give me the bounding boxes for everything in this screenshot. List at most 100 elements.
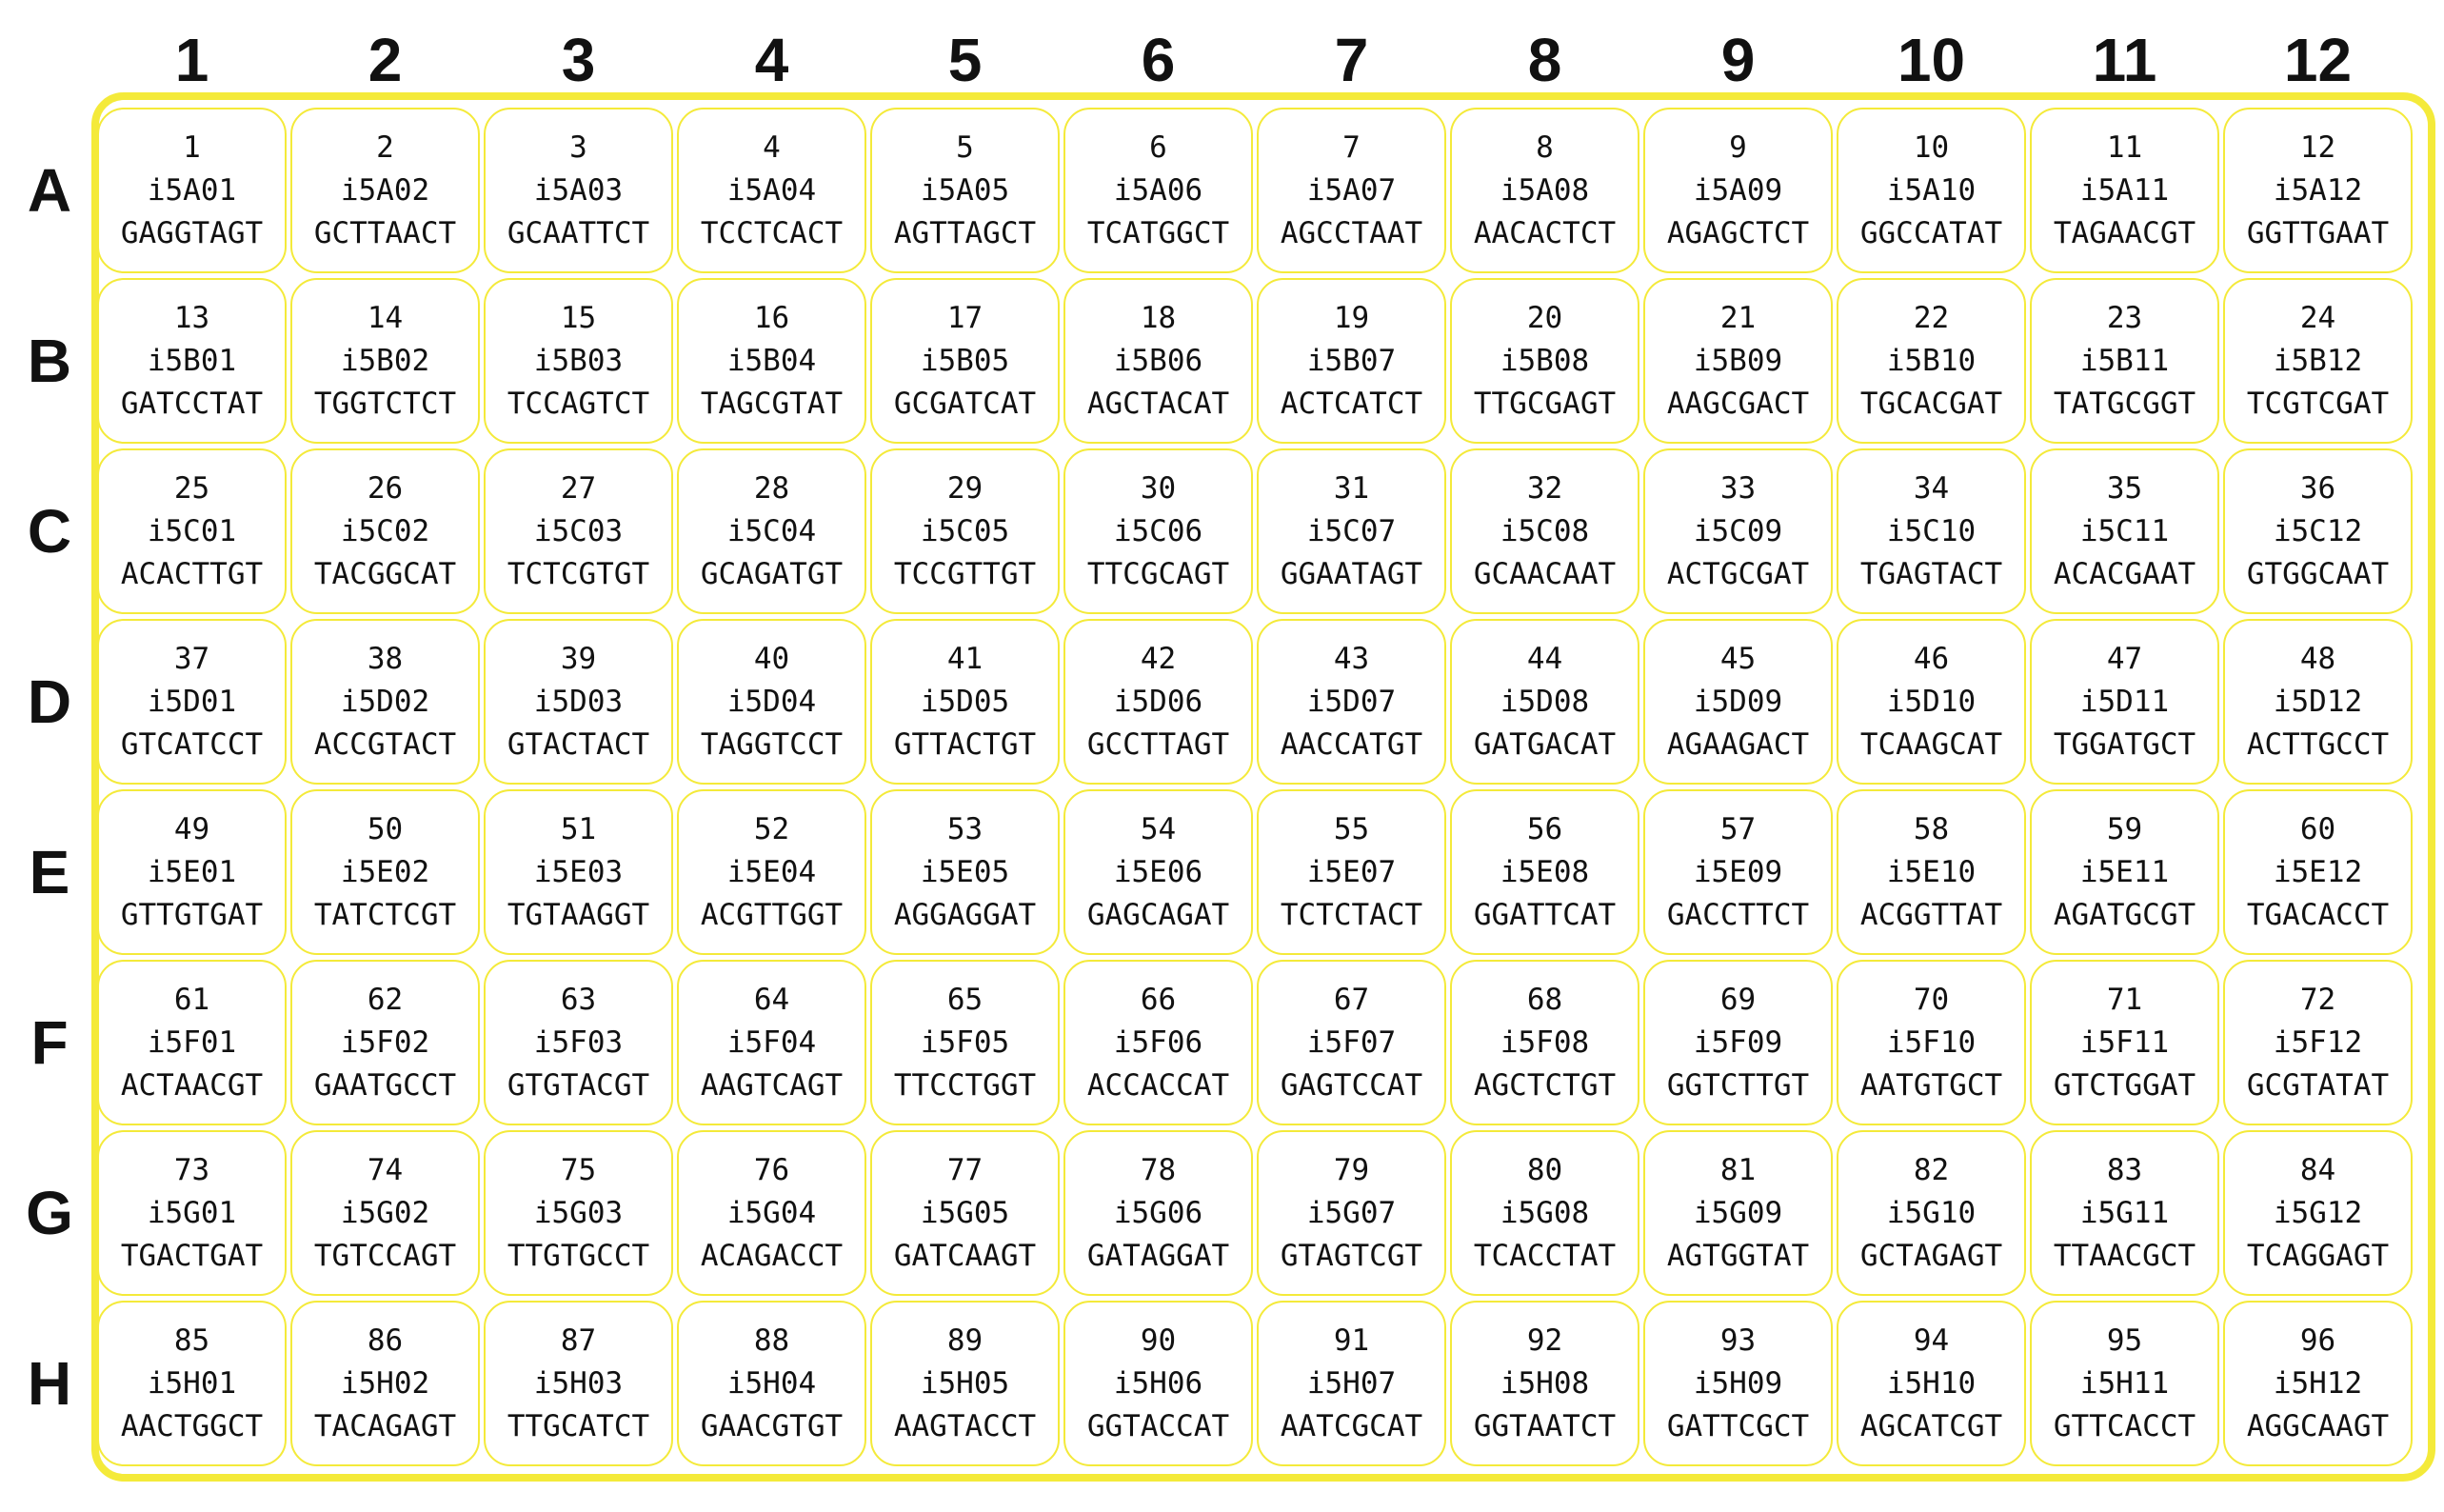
well: 7 i5A07 AGCCTAAT [1257,108,1446,273]
well-index-name: i5A09 [1693,172,1783,208]
well: 81 i5G09 AGTGGTAT [1643,1130,1833,1296]
well-number: 75 [560,1152,597,1187]
column-header: 1 [174,26,209,94]
well-number: 58 [1913,811,1950,846]
well-index-name: i5G01 [147,1195,237,1230]
well-number: 68 [1526,982,1563,1017]
well: 86 i5H02 TACAGAGT [290,1301,480,1466]
well-sequence: ACAGACCT [700,1238,844,1273]
well-index-name: i5D08 [1500,684,1590,719]
well-number: 94 [1913,1323,1950,1358]
well-number: 5 [956,129,974,165]
well-sequence: ACTAACGT [120,1067,264,1103]
column-header: 12 [2283,26,2353,94]
well-index-name: i5G02 [340,1195,430,1230]
well: 18 i5B06 AGCTACAT [1063,278,1253,444]
well: 35 i5C11 ACACGAAT [2030,448,2219,614]
well-index-name: i5D05 [920,684,1010,719]
well: 11 i5A11 TAGAACGT [2030,108,2219,273]
well-number: 70 [1913,982,1950,1017]
well-sequence: ACGGTTAT [1859,897,2003,932]
well: 55 i5E07 TCTCTACT [1257,789,1446,955]
well-number: 66 [1140,982,1177,1017]
well-index-name: i5E10 [1886,854,1977,889]
well-index-name: i5E09 [1693,854,1783,889]
plate-frame: 1 i5A01 GAGGTAGT 2 i5A02 GCTTAACT 3 i5A03 GCAATT… [91,92,2435,1482]
well: 70 i5F10 AATGTGCT [1837,960,2026,1125]
well-number: 29 [946,470,984,506]
column-header: 3 [561,26,596,94]
well: 84 i5G12 TCAGGAGT [2223,1130,2413,1296]
well-sequence: TCATGGCT [1086,215,1230,250]
well-number: 37 [173,641,210,676]
well-number: 45 [1719,641,1757,676]
well-number: 63 [560,982,597,1017]
well: 12 i5A12 GGTTGAAT [2223,108,2413,273]
well: 64 i5F04 AAGTCAGT [677,960,866,1125]
well-index-name: i5H03 [533,1365,624,1401]
well-number: 17 [946,300,984,335]
well-sequence: TGACACCT [2246,897,2390,932]
well-index-name: i5D11 [2079,684,2170,719]
well-sequence: TAGCGTAT [700,386,844,421]
well: 5 i5A05 AGTTAGCT [870,108,1060,273]
well-number: 86 [367,1323,404,1358]
well-index-name: i5E08 [1500,854,1590,889]
well: 87 i5H03 TTGCATCT [484,1301,673,1466]
well-index-name: i5C05 [920,513,1010,548]
well-number: 39 [560,641,597,676]
well: 15 i5B03 TCCAGTCT [484,278,673,444]
well-sequence: GTCTGGAT [2053,1067,2196,1103]
well-index-name: i5E02 [340,854,430,889]
well-index-name: i5C10 [1886,513,1977,548]
well-sequence: GCTTAACT [313,215,457,250]
well-index-name: i5H10 [1886,1365,1977,1401]
well-index-name: i5F01 [147,1025,237,1060]
well-number: 34 [1913,470,1950,506]
row-header: B [27,327,72,395]
well-number: 89 [946,1323,984,1358]
well-index-name: i5D02 [340,684,430,719]
well-number: 84 [2299,1152,2336,1187]
well-sequence: AACTGGCT [120,1408,264,1443]
well-number: 56 [1526,811,1563,846]
well: 37 i5D01 GTCATCCT [97,619,287,785]
well-number: 88 [753,1323,790,1358]
well: 77 i5G05 GATCAAGT [870,1130,1060,1296]
well-number: 62 [367,982,404,1017]
well-index-name: i5G04 [726,1195,817,1230]
column-header: 11 [2092,26,2157,94]
well-sequence: AGCCTAAT [1280,215,1423,250]
well-number: 2 [376,129,394,165]
well-number: 81 [1719,1152,1757,1187]
row-header: A [27,156,72,225]
well: 78 i5G06 GATAGGAT [1063,1130,1253,1296]
well: 89 i5H05 AAGTACCT [870,1301,1060,1466]
well-sequence: AGAAGACT [1666,726,1810,762]
well-index-name: i5G09 [1693,1195,1783,1230]
well-sequence: GCAACAAT [1473,556,1617,591]
well-number: 78 [1140,1152,1177,1187]
well-sequence: GTTGTGAT [120,897,264,932]
well-sequence: AACACTCT [1473,215,1617,250]
well: 13 i5B01 GATCCTAT [97,278,287,444]
well-sequence: TAGGTCCT [700,726,844,762]
well-number: 32 [1526,470,1563,506]
well-number: 41 [946,641,984,676]
well: 45 i5D09 AGAAGACT [1643,619,1833,785]
well-index-name: i5E06 [1113,854,1203,889]
well-index-name: i5F03 [533,1025,624,1060]
well-sequence: TTAACGCT [2053,1238,2196,1273]
well-number: 43 [1333,641,1370,676]
well-sequence: GCCTTAGT [1086,726,1230,762]
well-number: 83 [2106,1152,2143,1187]
well-sequence: GTTCACCT [2053,1408,2196,1443]
well-number: 22 [1913,300,1950,335]
well-sequence: TCCAGTCT [507,386,650,421]
well-number: 61 [173,982,210,1017]
well-number: 79 [1333,1152,1370,1187]
well-sequence: AGAGCTCT [1666,215,1810,250]
well: 27 i5C03 TCTCGTGT [484,448,673,614]
well-index-name: i5H01 [147,1365,237,1401]
well-number: 3 [569,129,587,165]
